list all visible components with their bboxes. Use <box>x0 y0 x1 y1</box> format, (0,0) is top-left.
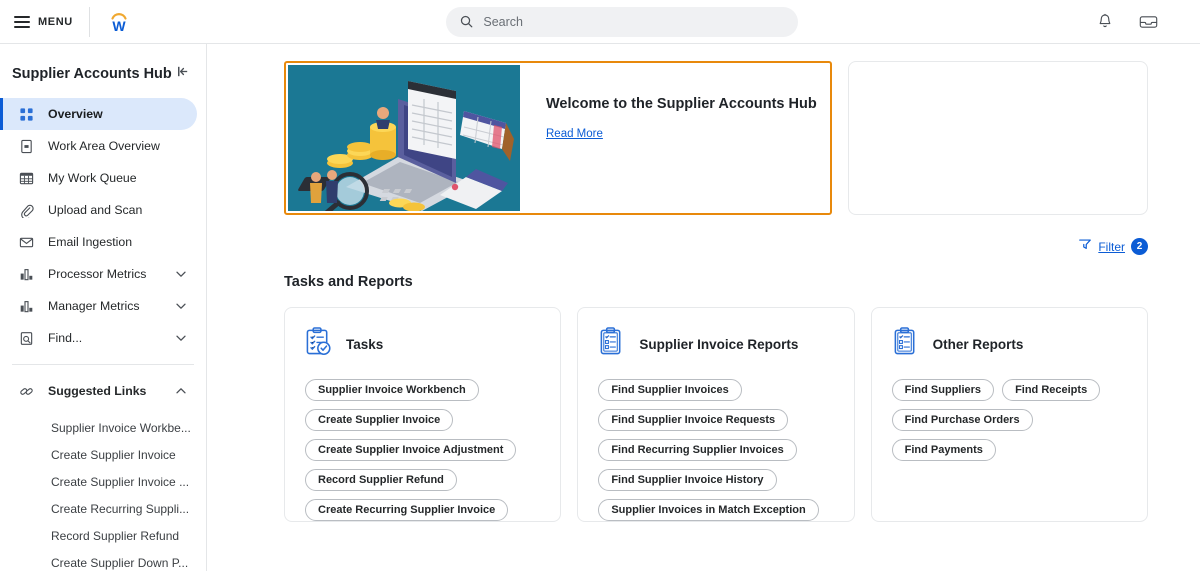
section-title: Tasks and Reports <box>284 274 413 290</box>
banner-row: Welcome to the Supplier Accounts Hub Rea… <box>207 44 1200 215</box>
chevron-down-icon[interactable] <box>175 300 197 312</box>
sidebar-section-suggested-links[interactable]: Suggested Links <box>0 375 197 407</box>
sidebar-item-manager-metrics[interactable]: Manager Metrics <box>0 290 197 322</box>
search-container: Search <box>148 6 1097 37</box>
sidebar-item-label: Email Ingestion <box>48 235 133 249</box>
search-input[interactable]: Search <box>446 6 799 37</box>
menu-button[interactable]: MENU <box>0 0 89 44</box>
find-document-icon <box>18 330 35 347</box>
pill-button[interactable]: Find Receipts <box>1002 379 1101 401</box>
card-header: Supplier Invoice Reports <box>598 327 833 361</box>
filter-count-badge: 2 <box>1131 238 1148 255</box>
pill-button[interactable]: Find Supplier Invoice Requests <box>598 409 789 431</box>
card-title: Tasks <box>346 336 384 352</box>
read-more-link[interactable]: Read More <box>546 128 603 140</box>
sidebar-item-label: Manager Metrics <box>48 299 140 313</box>
bar-chart-icon <box>18 298 35 315</box>
filter-funnel-icon[interactable] <box>1078 237 1092 256</box>
clipboard-list-icon <box>598 327 625 361</box>
search-icon <box>461 15 473 28</box>
topbar-actions <box>1097 13 1200 30</box>
sidebar-item-overview[interactable]: Overview <box>0 98 197 130</box>
sidebar-item-label: My Work Queue <box>48 171 137 185</box>
pill-button[interactable]: Record Supplier Refund <box>305 469 457 491</box>
sidebar-item-find[interactable]: Find... <box>0 322 197 354</box>
workday-logo[interactable]: W <box>90 0 148 44</box>
cards-row: Tasks Supplier Invoice Workbench Create … <box>207 290 1200 522</box>
table-grid-icon <box>18 170 35 187</box>
card-title: Supplier Invoice Reports <box>639 336 799 352</box>
pill-button[interactable]: Find Purchase Orders <box>891 409 1033 431</box>
secondary-empty-card[interactable] <box>848 61 1148 215</box>
chain-link-icon <box>18 383 35 400</box>
chevron-down-icon[interactable] <box>175 268 197 280</box>
sidebar-item-my-work-queue[interactable]: My Work Queue <box>0 162 197 194</box>
sidebar-item-label: Upload and Scan <box>48 203 143 217</box>
accounts-payable-illustration <box>288 65 520 211</box>
filter-row: Filter 2 <box>207 215 1200 256</box>
sidebar-title: Supplier Accounts Hub <box>12 66 172 82</box>
sidebar-link-item[interactable]: Create Supplier Down P... <box>0 549 206 571</box>
search-placeholder: Search <box>483 14 523 29</box>
card-header: Tasks <box>305 327 540 361</box>
envelope-icon <box>18 234 35 251</box>
sidebar-section-label: Suggested Links <box>48 384 147 398</box>
tasks-card: Tasks Supplier Invoice Workbench Create … <box>284 307 562 522</box>
card-header: Other Reports <box>892 327 1127 361</box>
pill-button[interactable]: Create Recurring Supplier Invoice <box>305 499 509 521</box>
menu-button-label: MENU <box>38 15 73 28</box>
card-title: Other Reports <box>932 336 1024 352</box>
sidebar-link-item[interactable]: Create Supplier Invoice ... <box>0 468 206 495</box>
sidebar-link-item[interactable]: Create Recurring Suppli... <box>0 495 206 522</box>
supplier-invoice-reports-card: Supplier Invoice Reports Find Supplier I… <box>577 307 855 522</box>
pill-list: Supplier Invoice Workbench Create Suppli… <box>305 379 540 521</box>
clipboard-check-icon <box>305 327 332 361</box>
top-navigation-bar: MENU W Search <box>0 0 1200 44</box>
svg-text:W: W <box>112 18 126 34</box>
banner-body: Welcome to the Supplier Accounts Hub Rea… <box>520 63 830 213</box>
hamburger-icon <box>14 15 30 28</box>
inbox-tray-icon[interactable] <box>1139 14 1158 30</box>
bar-chart-icon <box>18 266 35 283</box>
sidebar-item-label: Processor Metrics <box>48 267 147 281</box>
pill-button[interactable]: Find Suppliers <box>891 379 995 401</box>
sidebar-item-upload-and-scan[interactable]: Upload and Scan <box>0 194 197 226</box>
sidebar-item-label: Overview <box>48 107 103 121</box>
pill-button[interactable]: Create Supplier Invoice Adjustment <box>305 439 517 461</box>
sidebar-link-item[interactable]: Supplier Invoice Workbe... <box>0 414 206 441</box>
banner-title: Welcome to the Supplier Accounts Hub <box>546 96 817 112</box>
sidebar-link-item[interactable]: Record Supplier Refund <box>0 522 206 549</box>
sidebar-item-email-ingestion[interactable]: Email Ingestion <box>0 226 197 258</box>
document-panel-icon <box>18 138 35 155</box>
pill-button[interactable]: Find Supplier Invoice History <box>598 469 777 491</box>
clipboard-list-icon <box>892 327 919 361</box>
paperclip-icon <box>18 202 35 219</box>
sidebar-item-work-area-overview[interactable]: Work Area Overview <box>0 130 197 162</box>
grid-squares-icon <box>18 106 35 123</box>
pill-button[interactable]: Find Recurring Supplier Invoices <box>598 439 797 461</box>
filter-link[interactable]: Filter <box>1098 240 1125 254</box>
pill-button[interactable]: Find Supplier Invoices <box>598 379 742 401</box>
chevron-down-icon[interactable] <box>175 332 197 344</box>
chevron-up-icon[interactable] <box>175 385 197 397</box>
bell-icon[interactable] <box>1097 13 1113 30</box>
sidebar-header: Supplier Accounts Hub <box>0 44 206 98</box>
welcome-banner-card[interactable]: Welcome to the Supplier Accounts Hub Rea… <box>284 61 832 215</box>
sidebar-item-label: Find... <box>48 331 83 345</box>
pill-list: Find Supplier Invoices Find Supplier Inv… <box>598 379 833 521</box>
pill-button[interactable]: Supplier Invoices in Match Exception <box>598 499 819 521</box>
pill-button[interactable]: Find Payments <box>891 439 996 461</box>
other-reports-card: Other Reports Find Suppliers Find Receip… <box>870 307 1148 522</box>
sidebar-item-label: Work Area Overview <box>48 139 160 153</box>
main-content: Welcome to the Supplier Accounts Hub Rea… <box>207 44 1200 571</box>
pill-button[interactable]: Create Supplier Invoice <box>305 409 454 431</box>
pill-list: Find Suppliers Find Receipts Find Purcha… <box>891 379 1127 461</box>
pill-button[interactable]: Supplier Invoice Workbench <box>305 379 479 401</box>
sidebar-divider <box>12 364 194 365</box>
sidebar-item-processor-metrics[interactable]: Processor Metrics <box>0 258 197 290</box>
sidebar: Supplier Accounts Hub Overview Work Area… <box>0 44 207 571</box>
sidebar-link-item[interactable]: Create Supplier Invoice <box>0 441 206 468</box>
collapse-panel-icon[interactable] <box>173 62 192 86</box>
